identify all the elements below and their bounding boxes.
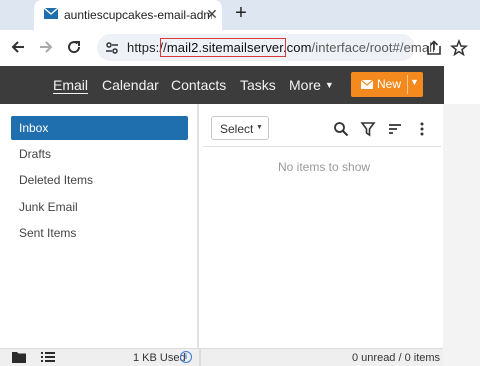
empty-list-message: No items to show — [278, 160, 371, 174]
nav-more-label: More — [289, 77, 321, 93]
appbar-right-gap — [444, 66, 480, 104]
tab-close-icon[interactable]: ✕ — [204, 6, 220, 22]
browser-tab[interactable]: auntiescupcakes-email-administ ✕ — [34, 0, 222, 30]
chevron-down-icon: ▼ — [324, 80, 334, 90]
back-arrow-icon[interactable] — [8, 37, 28, 57]
nav-contacts[interactable]: Contacts — [171, 77, 226, 93]
list-toolbar-divider — [203, 146, 441, 147]
folder-sent-items[interactable]: Sent Items — [11, 221, 188, 245]
list-view-icon[interactable] — [41, 351, 55, 363]
nav-email[interactable]: Email — [53, 77, 88, 93]
more-options-kebab-icon[interactable] — [414, 121, 430, 137]
envelope-icon — [361, 80, 373, 89]
reload-icon[interactable] — [64, 37, 84, 57]
status-bar-divider — [199, 348, 201, 366]
folder-inbox[interactable]: Inbox — [11, 116, 188, 140]
reading-pane-edge — [443, 104, 480, 366]
select-dropdown[interactable]: Select ▼ — [211, 116, 269, 140]
folder-pane: Inbox Drafts Deleted Items Junk Email Se… — [0, 104, 199, 348]
browser-tab-strip: auntiescupcakes-email-administ ✕ + — [0, 0, 480, 30]
folder-deleted-items[interactable]: Deleted Items — [11, 168, 188, 192]
site-settings-icon[interactable] — [104, 40, 120, 56]
folder-icon[interactable] — [12, 351, 26, 363]
new-button-divider — [407, 75, 408, 94]
new-dropdown-chevron-icon[interactable]: ▼ — [410, 77, 419, 87]
sort-icon[interactable] — [387, 121, 403, 137]
bookmark-star-icon[interactable] — [450, 39, 468, 57]
filter-icon[interactable] — [360, 121, 376, 137]
new-button[interactable]: New ▼ — [351, 72, 423, 97]
tab-title: auntiescupcakes-email-administ — [64, 8, 212, 22]
url-host-highlight-box — [160, 38, 286, 57]
item-count-text: 0 unread / 0 items — [352, 352, 441, 364]
info-icon[interactable]: i — [180, 351, 192, 363]
url-path: /interface/root#/email — [311, 40, 436, 55]
nav-more[interactable]: More ▼ — [289, 77, 334, 93]
select-chevron-down-icon: ▼ — [256, 124, 263, 131]
nav-tasks[interactable]: Tasks — [240, 77, 276, 93]
folder-junk-email[interactable]: Junk Email — [11, 195, 188, 219]
share-icon[interactable] — [425, 39, 443, 57]
folder-drafts[interactable]: Drafts — [11, 142, 188, 166]
storage-used-text: 1 KB Used — [133, 352, 186, 364]
select-label: Select — [220, 122, 254, 136]
new-button-label: New — [377, 77, 402, 91]
mail-favicon-icon — [44, 8, 58, 19]
forward-arrow-icon[interactable] — [36, 37, 56, 57]
nav-calendar[interactable]: Calendar — [102, 77, 159, 93]
search-icon[interactable] — [333, 121, 349, 137]
message-list-pane — [201, 104, 443, 348]
new-tab-icon[interactable]: + — [229, 2, 253, 26]
